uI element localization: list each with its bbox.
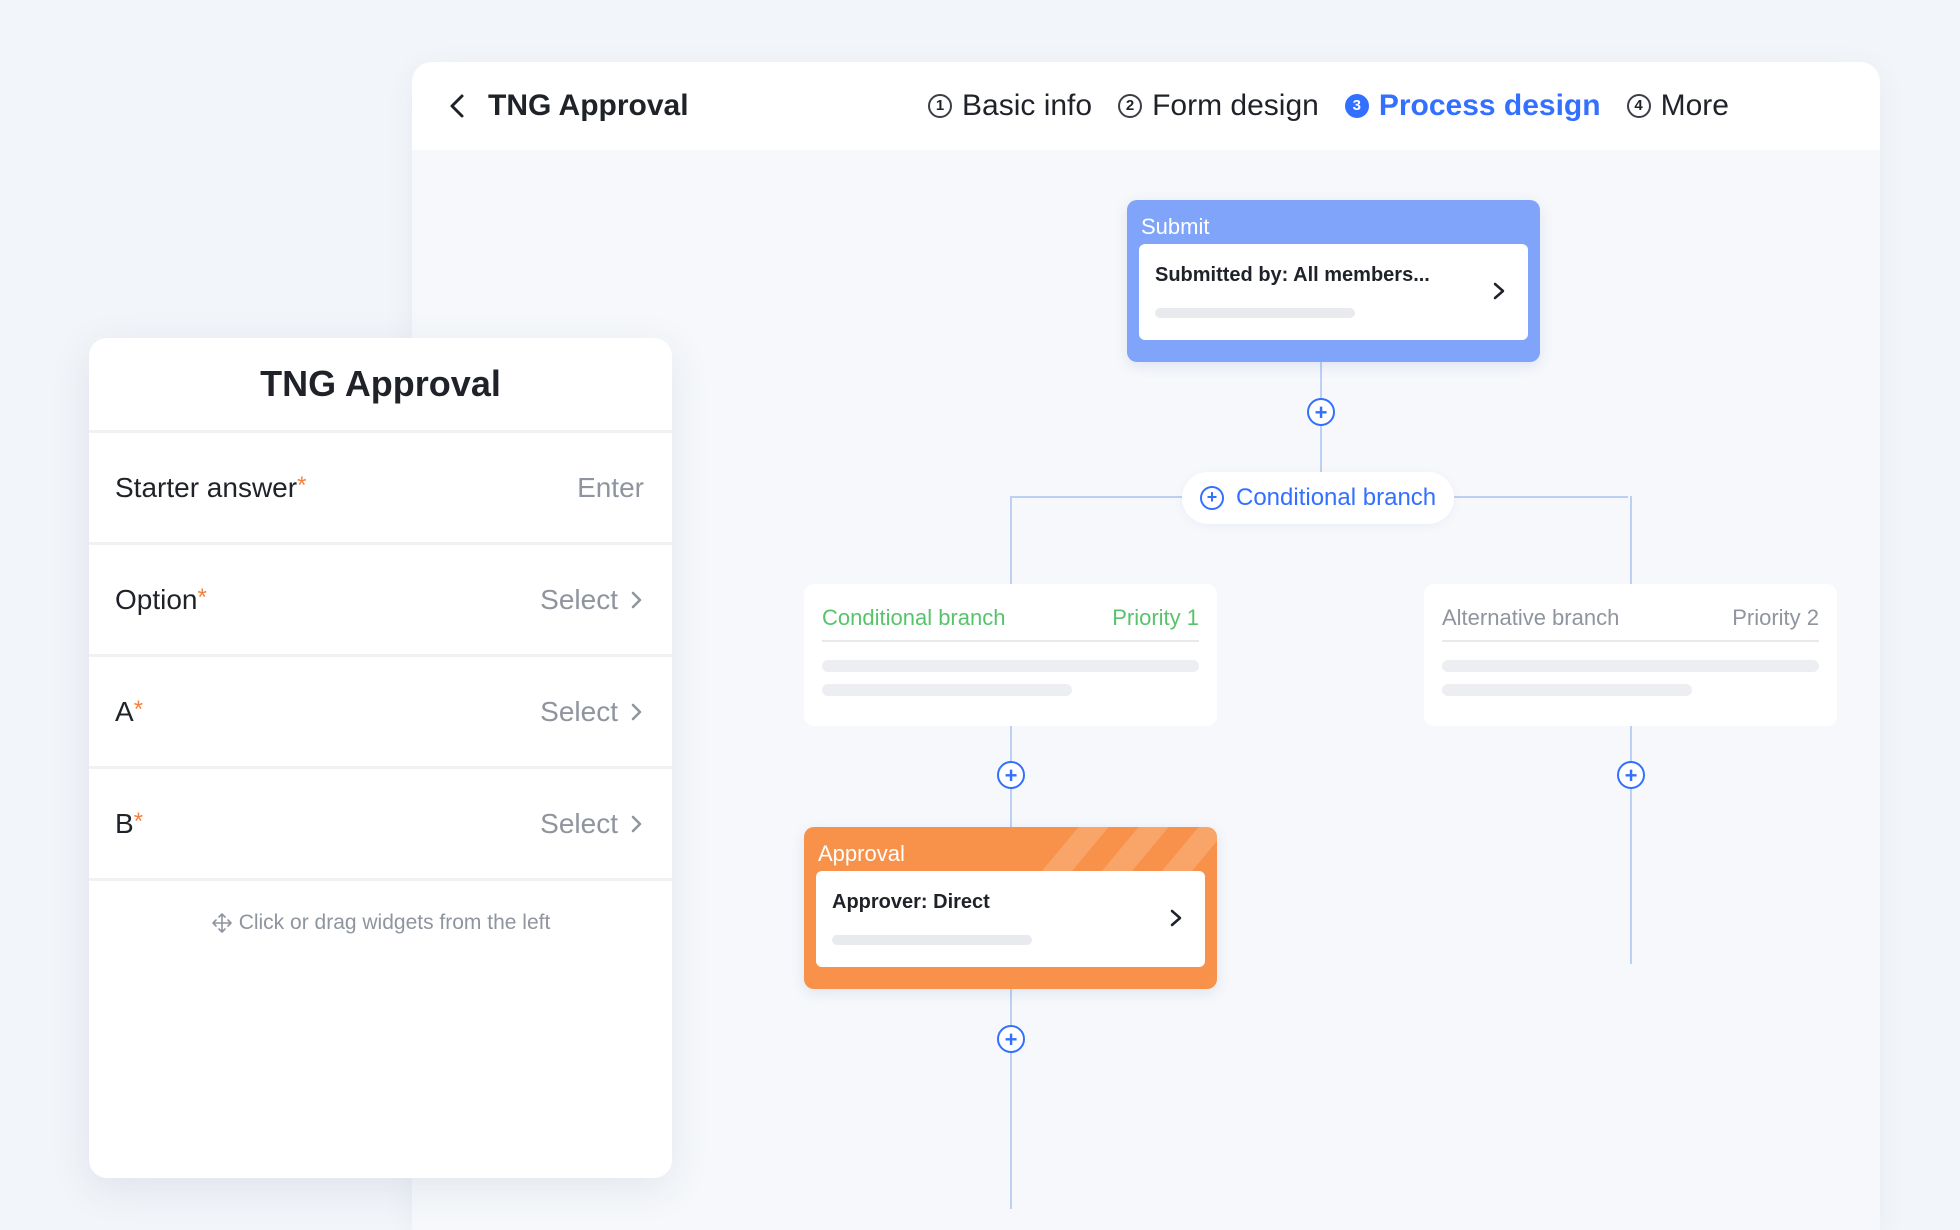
page-title: TNG Approval <box>488 89 689 122</box>
required-asterisk: * <box>133 807 144 835</box>
field-value: Select <box>540 696 644 728</box>
move-icon <box>211 913 232 933</box>
tab-process-design[interactable]: 3 Process design <box>1344 84 1601 128</box>
add-conditional-branch-button[interactable]: + Conditional branch <box>1182 472 1455 524</box>
chevron-right-icon <box>631 703 642 720</box>
connector-line <box>1010 989 1012 1209</box>
step-number: 2 <box>1118 94 1143 118</box>
hint-text: Click or drag widgets from the left <box>238 911 551 934</box>
add-node-button[interactable]: + <box>1617 761 1645 789</box>
placeholder-bar <box>1442 660 1819 672</box>
field-starter-answer[interactable]: Starter answer* Enter <box>89 433 672 545</box>
field-option[interactable]: Option* Select <box>89 545 672 657</box>
conditional-branch-label: Conditional branch <box>1236 484 1437 511</box>
conditional-branch-card[interactable]: Conditional branch Priority 1 <box>804 584 1217 726</box>
step-number: 3 <box>1344 94 1369 118</box>
connector-line <box>1010 496 1186 498</box>
placeholder-bar <box>832 935 1032 945</box>
tab-label: More <box>1660 89 1729 122</box>
chevron-right-icon <box>1493 282 1505 300</box>
required-asterisk: * <box>133 695 144 723</box>
node-text: Submitted by: All members... <box>1155 264 1430 286</box>
chevron-right-icon <box>1170 909 1182 927</box>
placeholder-bar <box>1442 684 1692 696</box>
node-content: Submitted by: All members... <box>1139 244 1528 340</box>
submit-node[interactable]: Submit Submitted by: All members... <box>1127 200 1540 362</box>
tab-more[interactable]: 4 More <box>1626 84 1729 128</box>
tab-form-design[interactable]: 2 Form design <box>1118 84 1319 128</box>
back-arrow-icon[interactable] <box>440 88 476 124</box>
field-label: Option* <box>115 583 207 615</box>
branch-name: Conditional branch <box>822 605 1006 630</box>
add-node-button[interactable]: + <box>997 761 1025 789</box>
branch-header: Conditional branch Priority 1 <box>822 600 1199 642</box>
field-label: B* <box>115 807 144 839</box>
field-b[interactable]: B* Select <box>89 769 672 881</box>
node-title: Approval <box>818 841 905 866</box>
field-value: Select <box>540 808 644 840</box>
field-label: A* <box>115 695 144 727</box>
tab-label: Process design <box>1378 89 1601 122</box>
step-tabs: 1 Basic info 2 Form design 3 Process des… <box>928 84 1729 128</box>
step-number: 4 <box>1626 94 1651 118</box>
connector-line <box>1010 496 1012 584</box>
tab-label: Basic info <box>962 89 1093 122</box>
branch-header: Alternative branch Priority 2 <box>1442 600 1819 642</box>
add-node-button[interactable]: + <box>997 1025 1025 1053</box>
plus-circle-icon: + <box>1200 486 1224 510</box>
chevron-right-icon <box>631 591 642 608</box>
placeholder-bar <box>822 684 1072 696</box>
tab-label: Form design <box>1152 89 1319 122</box>
branch-priority: Priority 1 <box>1112 605 1199 630</box>
branch-priority: Priority 2 <box>1732 605 1819 630</box>
approval-node[interactable]: Approval Approver: Direct <box>804 827 1217 989</box>
add-node-button[interactable]: + <box>1307 398 1335 426</box>
placeholder-bar <box>1155 308 1355 318</box>
form-preview-card: TNG Approval Starter answer* Enter Optio… <box>89 338 672 1178</box>
tab-basic-info[interactable]: 1 Basic info <box>928 84 1092 128</box>
alternative-branch-card[interactable]: Alternative branch Priority 2 <box>1424 584 1837 726</box>
field-a[interactable]: A* Select <box>89 657 672 769</box>
chevron-right-icon <box>631 815 642 832</box>
required-asterisk: * <box>297 471 307 499</box>
field-value: Select <box>540 584 644 616</box>
connector-line <box>1630 496 1632 584</box>
top-bar: TNG Approval 1 Basic info 2 Form design … <box>412 62 1880 150</box>
node-text: Approver: Direct <box>832 891 990 913</box>
field-label: Starter answer* <box>115 471 307 503</box>
field-placeholder: Enter <box>577 471 644 503</box>
required-asterisk: * <box>197 583 207 611</box>
connector-line <box>1630 724 1632 964</box>
connector-line <box>1454 496 1628 498</box>
step-number: 1 <box>928 94 952 118</box>
node-content: Approver: Direct <box>816 871 1205 967</box>
placeholder-bar <box>822 660 1199 672</box>
drag-hint: Click or drag widgets from the left <box>89 911 672 935</box>
branch-name: Alternative branch <box>1442 605 1620 630</box>
node-title: Submit <box>1141 214 1210 239</box>
form-title: TNG Approval <box>89 338 672 433</box>
